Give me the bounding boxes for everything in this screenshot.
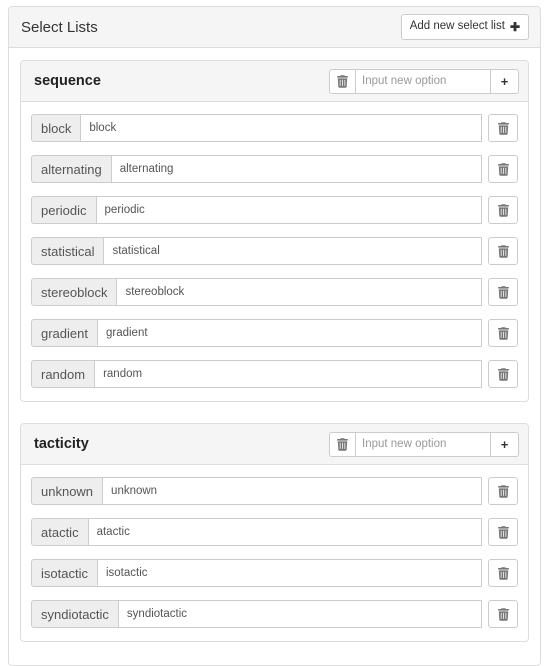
plus-icon: + (500, 436, 509, 452)
delete-option-button[interactable] (488, 518, 518, 546)
plus-icon: ✚ (509, 19, 520, 34)
delete-select-list-button[interactable] (329, 431, 355, 457)
select-list-options: block alternating periodic statistical stere… (21, 102, 528, 401)
delete-option-button[interactable] (488, 360, 518, 388)
option-value-input[interactable] (118, 600, 482, 628)
option-value-input[interactable] (95, 360, 482, 388)
option-label: gradient (31, 319, 98, 347)
trash-icon (497, 566, 509, 580)
trash-icon (337, 437, 348, 451)
option-value-input[interactable] (104, 237, 482, 265)
delete-option-button[interactable] (488, 196, 518, 224)
select-lists-body: sequence + block alternating periodic statist… (9, 48, 540, 656)
option-row: atactic (31, 518, 518, 546)
add-option-group: + (329, 68, 519, 94)
trash-icon (497, 121, 509, 135)
add-option-button[interactable]: + (491, 68, 519, 94)
add-new-select-list-label: Add new select list (409, 20, 505, 33)
option-row: statistical (31, 237, 518, 265)
option-label: stereoblock (31, 278, 118, 306)
option-row: gradient (31, 319, 518, 347)
trash-icon (497, 244, 509, 258)
option-row: unknown (31, 477, 518, 505)
trash-icon (497, 607, 509, 621)
delete-option-button[interactable] (488, 114, 518, 142)
select-list-header: tacticity + (21, 424, 528, 465)
trash-icon (497, 203, 509, 217)
option-row: stereoblock (31, 278, 518, 306)
delete-option-button[interactable] (488, 559, 518, 587)
delete-option-button[interactable] (488, 155, 518, 183)
option-value-input[interactable] (81, 114, 482, 142)
trash-icon (497, 367, 509, 381)
option-label: random (31, 360, 96, 388)
option-value-input[interactable] (103, 477, 482, 505)
trash-icon (497, 285, 509, 299)
option-label: isotactic (31, 559, 98, 587)
option-value-input[interactable] (97, 559, 482, 587)
option-value-input[interactable] (88, 518, 482, 546)
option-row: block (31, 114, 518, 142)
option-value-input[interactable] (97, 319, 482, 347)
delete-option-button[interactable] (488, 600, 518, 628)
select-list-name: tacticity (34, 435, 89, 452)
option-value-input[interactable] (111, 155, 482, 183)
option-label: atactic (31, 518, 89, 546)
trash-icon (497, 525, 509, 539)
option-label: unknown (31, 477, 104, 505)
select-list-name: sequence (34, 72, 101, 89)
select-lists-panel: Select Lists Add new select list ✚ seque… (8, 6, 541, 666)
option-row: syndiotactic (31, 600, 518, 628)
select-list-options: unknown atactic isotactic syndiotactic (21, 465, 528, 641)
add-option-button[interactable]: + (491, 431, 519, 457)
option-label: block (31, 114, 82, 142)
delete-option-button[interactable] (488, 278, 518, 306)
delete-option-button[interactable] (488, 237, 518, 265)
option-label: periodic (31, 196, 97, 224)
option-value-input[interactable] (96, 196, 482, 224)
option-row: random (31, 360, 518, 388)
plus-icon: + (500, 73, 509, 89)
option-value-input[interactable] (117, 278, 482, 306)
add-new-select-list-button[interactable]: Add new select list ✚ (400, 14, 529, 40)
select-list-header: sequence + (21, 61, 528, 102)
trash-icon (497, 162, 509, 176)
add-option-group: + (329, 431, 519, 457)
trash-icon (497, 326, 509, 340)
page-title: Select Lists (21, 18, 98, 36)
trash-icon (497, 484, 509, 498)
panel-header: Select Lists Add new select list ✚ (9, 7, 540, 48)
option-row: isotactic (31, 559, 518, 587)
select-list-panel: tacticity + unknown atactic isotactic syndiot… (20, 423, 529, 642)
new-option-input[interactable] (355, 68, 491, 94)
option-row: periodic (31, 196, 518, 224)
option-label: statistical (31, 237, 105, 265)
option-label: syndiotactic (31, 600, 119, 628)
trash-icon (337, 74, 348, 88)
select-list-panel: sequence + block alternating periodic statist… (20, 60, 529, 402)
delete-option-button[interactable] (488, 319, 518, 347)
new-option-input[interactable] (355, 431, 491, 457)
option-label: alternating (31, 155, 112, 183)
delete-select-list-button[interactable] (329, 68, 355, 94)
delete-option-button[interactable] (488, 477, 518, 505)
option-row: alternating (31, 155, 518, 183)
